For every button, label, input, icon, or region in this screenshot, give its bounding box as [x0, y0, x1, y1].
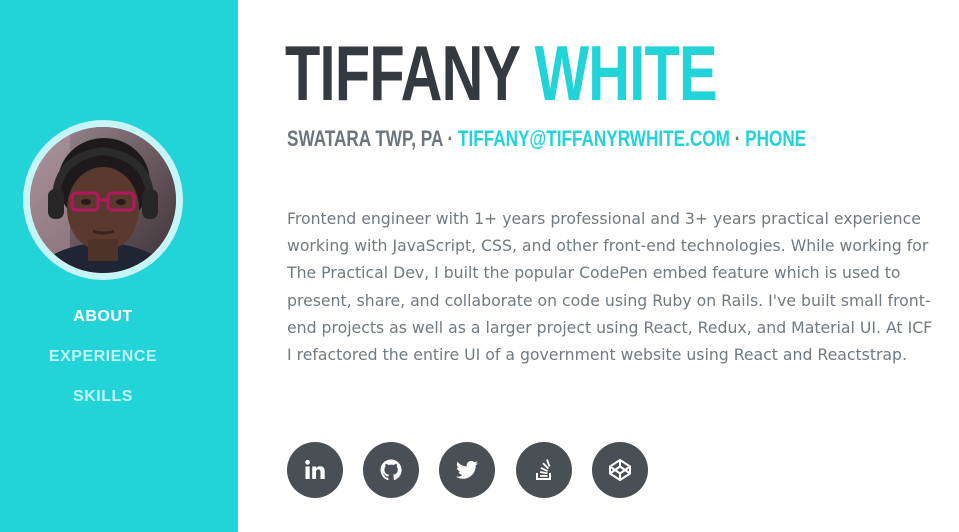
avatar: [30, 127, 176, 273]
sidebar-nav: ABOUT EXPERIENCE SKILLS: [0, 304, 206, 424]
last-name: WHITE: [534, 29, 718, 117]
github-button[interactable]: [363, 442, 419, 498]
nav-item-about[interactable]: ABOUT: [0, 304, 206, 344]
twitter-button[interactable]: [439, 442, 495, 498]
stackoverflow-button[interactable]: [516, 442, 572, 498]
separator: ·: [447, 126, 454, 151]
contact-line: SWATARA TWP, PA · TIFFANY@TIFFANYRWHITE.…: [287, 124, 806, 154]
first-name: TIFFANY: [285, 29, 520, 117]
page-title: TIFFANY WHITE: [285, 28, 718, 118]
bio-text: Frontend engineer with 1+ years professi…: [287, 209, 933, 365]
linkedin-button[interactable]: [287, 442, 343, 498]
email-link[interactable]: TIFFANY@TIFFANYRWHITE.COM: [458, 126, 730, 151]
resume-page: ABOUT EXPERIENCE SKILLS TIFFANY WHITE SW…: [0, 0, 959, 532]
phone-link[interactable]: PHONE: [745, 126, 806, 151]
separator: ·: [734, 126, 741, 151]
github-icon: [380, 459, 402, 481]
sidebar: ABOUT EXPERIENCE SKILLS: [0, 0, 238, 532]
location: SWATARA TWP, PA: [287, 126, 443, 151]
nav-item-experience[interactable]: EXPERIENCE: [0, 344, 206, 384]
stackoverflow-icon: [536, 459, 551, 480]
avatar-illustration: [30, 127, 176, 273]
codepen-button[interactable]: [592, 442, 648, 498]
linkedin-icon: [305, 459, 325, 479]
codepen-icon: [609, 459, 631, 481]
avatar-frame: [23, 120, 183, 280]
nav-item-skills[interactable]: SKILLS: [0, 384, 206, 424]
twitter-icon: [456, 461, 478, 479]
main-content: TIFFANY WHITE SWATARA TWP, PA · TIFFANY@…: [285, 0, 937, 532]
